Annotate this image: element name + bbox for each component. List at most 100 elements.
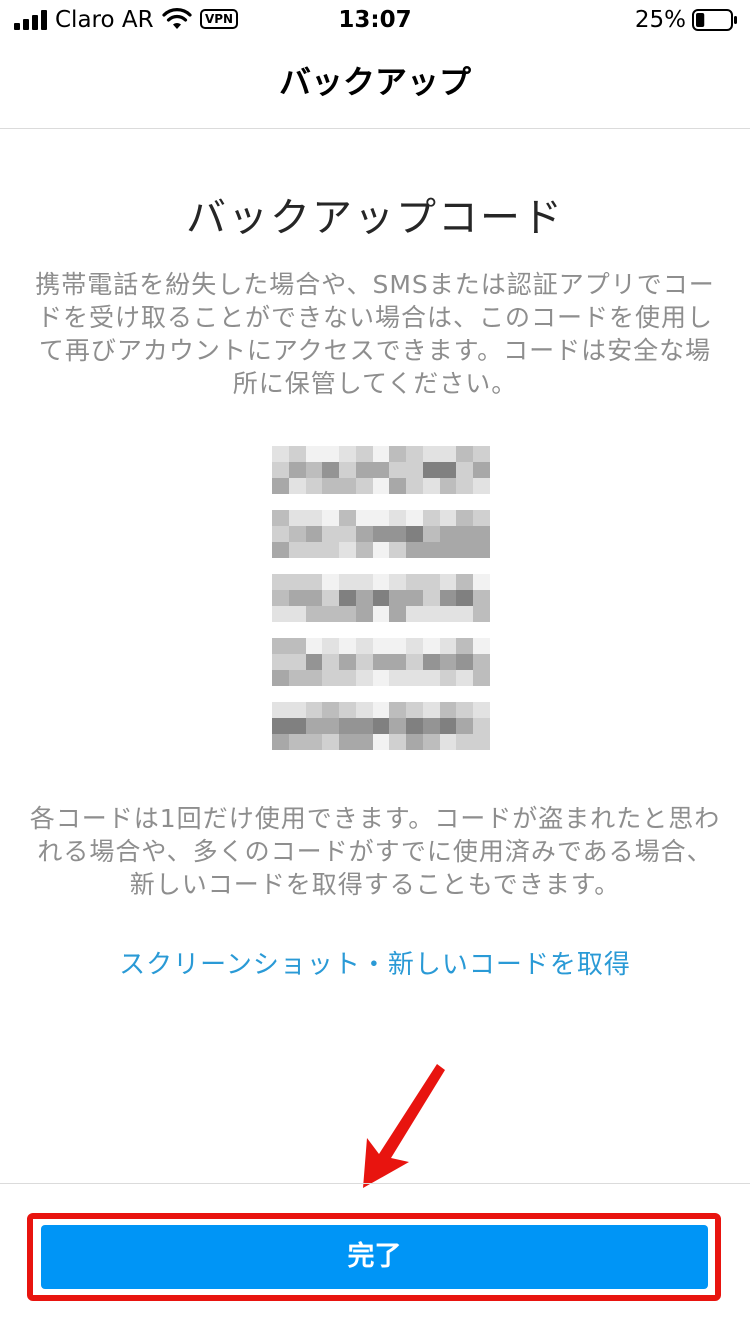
- done-button[interactable]: 完了: [41, 1225, 708, 1289]
- code-pixel: [456, 446, 474, 462]
- code-pixel: [473, 462, 490, 478]
- code-pixel: [272, 510, 289, 526]
- code-pixel: [288, 478, 306, 494]
- code-pixel: [439, 510, 457, 526]
- code-pixel: [288, 606, 306, 622]
- code-pixel: [339, 606, 356, 622]
- link-separator: ・: [360, 950, 388, 980]
- code-pixel: [406, 446, 423, 462]
- code-pixel: [422, 702, 440, 718]
- code-pixel: [406, 654, 423, 670]
- backup-codes-screen: Claro AR VPN 13:07 25% バックアップ バックアップコード …: [0, 0, 750, 1334]
- code-pixel: [439, 462, 457, 478]
- code-pixel: [322, 510, 340, 526]
- code-pixel: [473, 542, 490, 558]
- code-pixel: [389, 590, 407, 606]
- code-pixel: [372, 526, 390, 542]
- code-pixel: [339, 526, 356, 542]
- code-pixel: [406, 574, 423, 590]
- code-pixel: [422, 590, 440, 606]
- battery-icon: [692, 9, 737, 31]
- code-pixel: [456, 574, 474, 590]
- code-pixel: [272, 654, 289, 670]
- code-pixel: [322, 606, 340, 622]
- code-pixel: [372, 542, 390, 558]
- code-pixel: [473, 670, 490, 686]
- code-pixel: [288, 702, 306, 718]
- code-pixel: [339, 654, 356, 670]
- code-pixel: [355, 718, 373, 734]
- backup-code-2: [272, 510, 490, 558]
- code-pixel: [439, 606, 457, 622]
- code-pixel: [422, 574, 440, 590]
- code-pixel: [389, 734, 407, 750]
- code-pixel: [422, 462, 440, 478]
- code-pixel: [305, 734, 323, 750]
- backup-code-4: [272, 638, 490, 686]
- code-pixel: [272, 702, 289, 718]
- code-pixel: [372, 702, 390, 718]
- code-pixel: [406, 542, 423, 558]
- code-pixel: [322, 526, 340, 542]
- code-pixel: [422, 446, 440, 462]
- code-pixel: [389, 718, 407, 734]
- code-pixel: [322, 702, 340, 718]
- code-pixel: [422, 734, 440, 750]
- code-pixel: [456, 638, 474, 654]
- code-pixel: [355, 638, 373, 654]
- code-pixel: [339, 478, 356, 494]
- code-pixel: [456, 670, 474, 686]
- code-pixel: [355, 670, 373, 686]
- code-pixel: [473, 638, 490, 654]
- code-pixel: [339, 638, 356, 654]
- code-pixel: [422, 606, 440, 622]
- code-pixel: [406, 510, 423, 526]
- code-pixel: [305, 478, 323, 494]
- code-pixel: [355, 574, 373, 590]
- code-pixel: [305, 718, 323, 734]
- code-pixel: [473, 446, 490, 462]
- get-new-codes-link[interactable]: 新しいコードを取得: [388, 950, 631, 980]
- code-pixel: [288, 718, 306, 734]
- backup-code-1: [272, 446, 490, 494]
- code-pixel: [305, 510, 323, 526]
- code-pixel: [389, 654, 407, 670]
- code-pixel: [288, 654, 306, 670]
- code-pixel: [389, 526, 407, 542]
- code-pixel: [322, 574, 340, 590]
- code-pixel: [322, 446, 340, 462]
- code-pixel: [439, 590, 457, 606]
- code-pixel: [389, 670, 407, 686]
- code-pixel: [422, 542, 440, 558]
- code-pixel: [339, 590, 356, 606]
- code-pixel: [473, 510, 490, 526]
- code-pixel: [272, 478, 289, 494]
- code-pixel: [305, 574, 323, 590]
- screenshot-link[interactable]: スクリーンショット: [119, 950, 361, 980]
- code-pixel: [372, 510, 390, 526]
- code-pixel: [389, 510, 407, 526]
- code-pixel: [288, 462, 306, 478]
- code-pixel: [406, 670, 423, 686]
- code-pixel: [305, 606, 323, 622]
- code-pixel: [456, 654, 474, 670]
- code-pixel: [339, 462, 356, 478]
- code-pixel: [456, 702, 474, 718]
- code-pixel: [439, 638, 457, 654]
- code-pixel: [288, 590, 306, 606]
- status-bar: Claro AR VPN 13:07 25%: [0, 0, 750, 40]
- code-pixel: [473, 574, 490, 590]
- code-pixel: [422, 654, 440, 670]
- code-pixel: [355, 590, 373, 606]
- code-pixel: [272, 574, 289, 590]
- code-pixel: [389, 478, 407, 494]
- code-pixel: [406, 590, 423, 606]
- code-pixel: [322, 638, 340, 654]
- code-pixel: [339, 702, 356, 718]
- code-pixel: [272, 462, 289, 478]
- code-pixel: [439, 734, 457, 750]
- code-pixel: [473, 734, 490, 750]
- code-pixel: [406, 478, 423, 494]
- code-pixel: [305, 670, 323, 686]
- battery-percentage: 25%: [634, 7, 686, 33]
